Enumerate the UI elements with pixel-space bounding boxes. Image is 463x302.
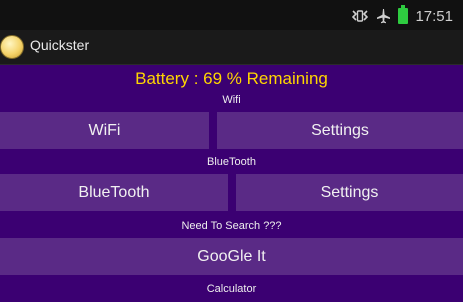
- calculator-section-label: Calculator: [206, 283, 257, 295]
- battery-status-text: Battery : 69 % Remaining: [135, 69, 328, 88]
- app-screen: 17:51 Quickster Battery : 69 % Remaining…: [0, 0, 463, 302]
- bluetooth-button-label: BlueTooth: [78, 183, 150, 201]
- wifi-settings-button-label: Settings: [311, 121, 369, 139]
- status-time: 17:51: [415, 7, 453, 25]
- google-search-button-label: GooGle It: [197, 247, 266, 265]
- wifi-button-label: WiFi: [88, 121, 121, 139]
- wifi-settings-button[interactable]: Settings: [217, 112, 463, 149]
- google-search-button[interactable]: GooGle It: [0, 238, 463, 275]
- wifi-button[interactable]: WiFi: [0, 112, 209, 149]
- action-bar: Quickster: [0, 30, 463, 65]
- wifi-section-label: Wifi: [222, 94, 241, 106]
- app-icon[interactable]: [0, 35, 24, 59]
- search-section-label: Need To Search ???: [181, 220, 282, 232]
- battery-icon: [398, 5, 409, 24]
- status-bar: 17:51: [0, 0, 463, 30]
- status-icons: 17:51: [352, 5, 453, 26]
- main-panel: Battery : 69 % Remaining Wifi WiFi Setti…: [0, 65, 463, 302]
- airplane-mode-icon: [377, 9, 391, 24]
- app-title: Quickster: [30, 37, 90, 53]
- vibrate-icon: [352, 10, 369, 22]
- bluetooth-button[interactable]: BlueTooth: [0, 174, 228, 211]
- bluetooth-settings-button-label: Settings: [320, 183, 379, 201]
- bluetooth-settings-button[interactable]: Settings: [236, 174, 463, 211]
- bluetooth-section-label: BlueTooth: [207, 156, 256, 168]
